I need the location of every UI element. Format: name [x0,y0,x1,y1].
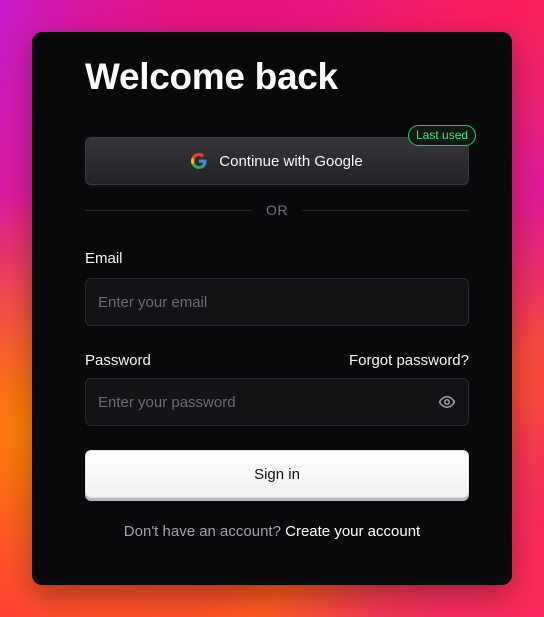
signup-prompt: Don't have an account? Create your accou… [32,523,512,540]
or-divider: OR [85,200,469,220]
login-card: Welcome back Continue with Google Last u… [32,32,512,585]
email-label: Email [85,250,123,267]
email-field[interactable] [98,293,456,311]
divider-line-right [302,209,469,211]
page-title: Welcome back [85,56,338,97]
password-label: Password [85,352,151,369]
divider-line-left [85,209,252,211]
password-field-container [85,378,469,426]
signup-prompt-text: Don't have an account? [123,523,281,540]
create-account-link[interactable]: Create your account [285,523,420,540]
continue-with-google-button[interactable]: Continue with Google [85,137,469,185]
forgot-password-link[interactable]: Forgot password? [349,352,469,369]
last-used-badge: Last used [408,125,477,146]
divider-text: OR [266,202,288,218]
google-icon [191,153,207,169]
eye-icon[interactable] [438,393,456,411]
continue-with-google-label: Continue with Google [219,152,363,170]
password-field[interactable] [98,393,438,411]
email-field-container [85,278,469,326]
sign-in-button[interactable]: Sign in [85,450,469,498]
